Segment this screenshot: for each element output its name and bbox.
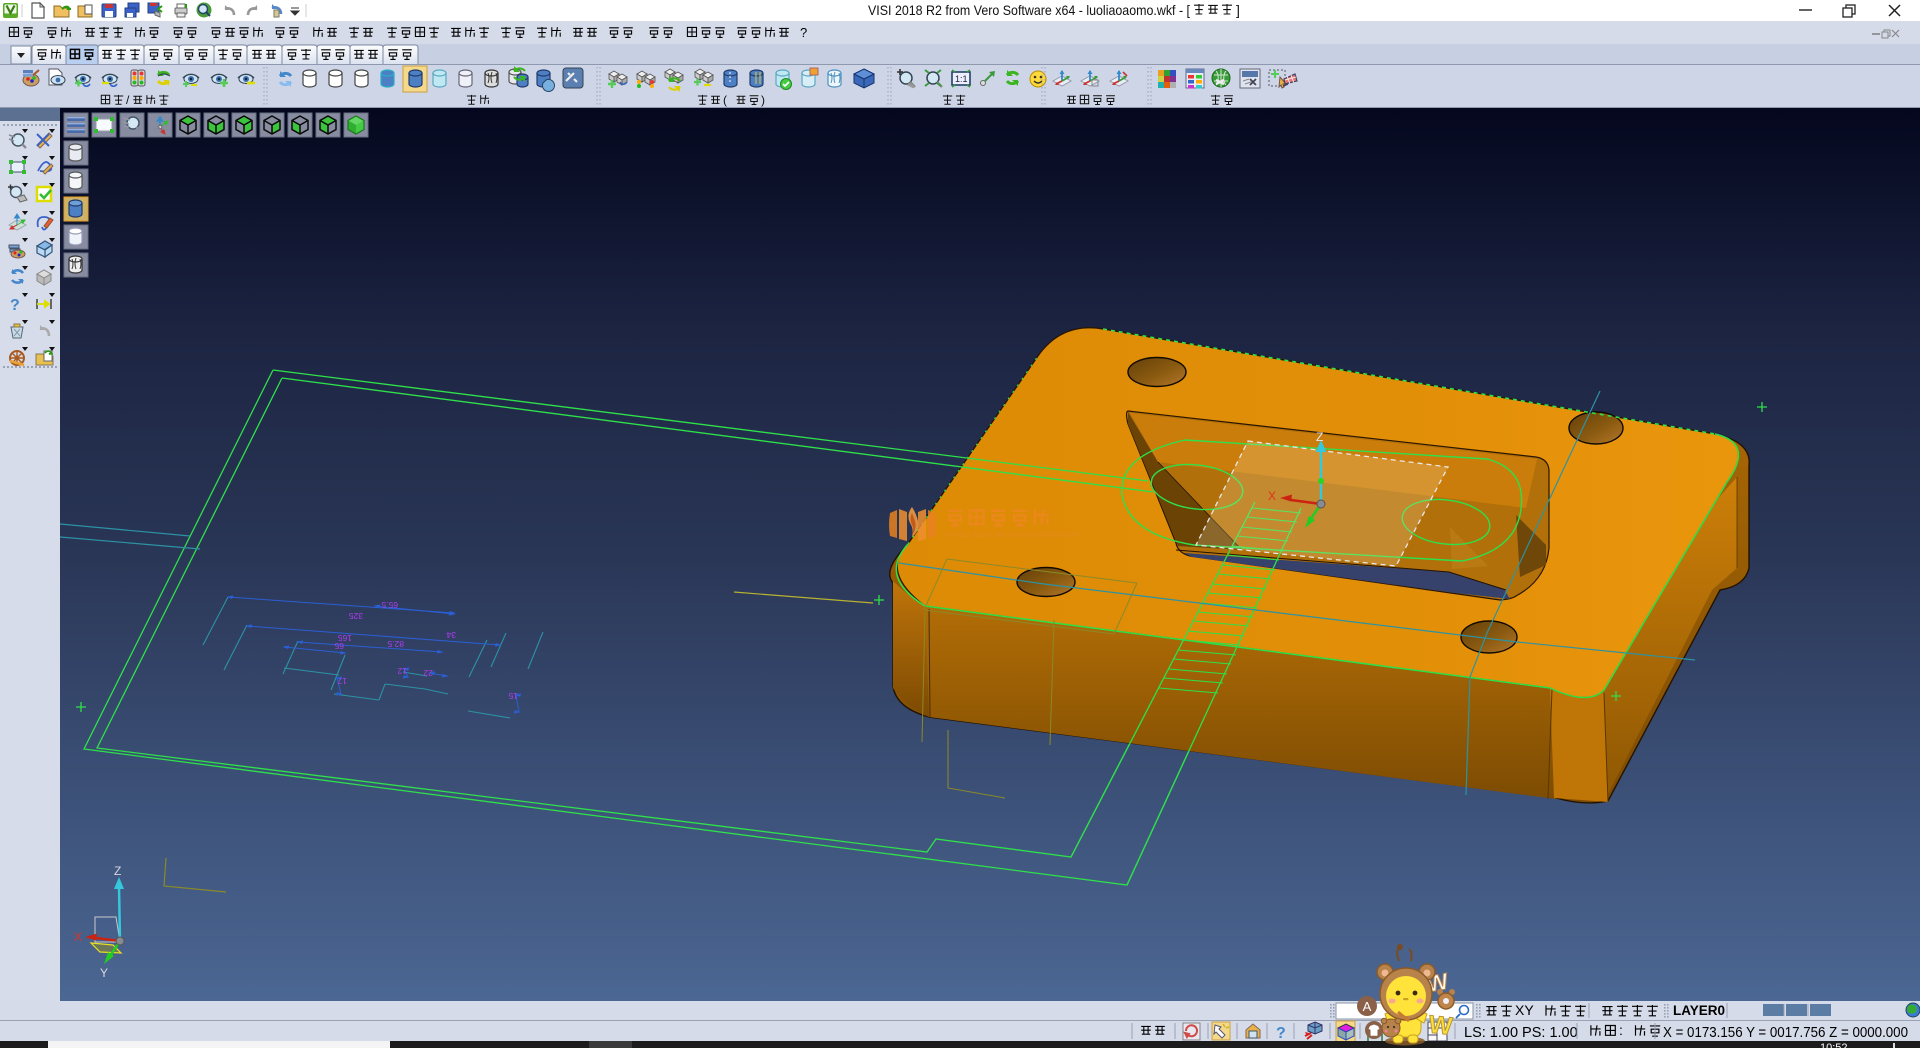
svg-text:65.5: 65.5 <box>381 600 398 610</box>
svg-text:10:52: 10:52 <box>1820 1042 1848 1048</box>
svg-text:]: ] <box>1236 2 1240 18</box>
svg-text::: : <box>1619 1022 1623 1038</box>
svg-text:?: ? <box>800 25 807 40</box>
svg-text:17: 17 <box>337 676 347 686</box>
svg-text:): ) <box>761 93 765 107</box>
svg-text:A: A <box>1363 999 1372 1014</box>
svg-text:X: X <box>74 930 82 944</box>
svg-text:12: 12 <box>397 666 407 676</box>
svg-text:Z: Z <box>114 864 121 878</box>
svg-text:?: ? <box>10 297 20 314</box>
svg-text:65: 65 <box>334 641 344 651</box>
svg-text:?: ? <box>1276 1025 1286 1042</box>
svg-text:22: 22 <box>423 668 433 678</box>
svg-text:VISI 2018 R2 from Vero Softwar: VISI 2018 R2 from Vero Software x64 - lu… <box>868 2 1190 18</box>
svg-text:LAYER0: LAYER0 <box>1673 1003 1725 1018</box>
svg-text:LS: 1.00 PS: 1.00: LS: 1.00 PS: 1.00 <box>1464 1025 1578 1041</box>
svg-text:XY: XY <box>1515 1002 1534 1018</box>
svg-text:15: 15 <box>508 691 518 701</box>
svg-text:Z: Z <box>1316 430 1323 444</box>
svg-text:Y: Y <box>100 966 108 980</box>
svg-text:82.5: 82.5 <box>387 639 404 649</box>
svg-text:INTELLIGENT MANUFACTURING DATA: INTELLIGENT MANUFACTURING DATA <box>947 533 1080 539</box>
svg-text:34: 34 <box>446 630 456 640</box>
svg-text:X: X <box>1268 489 1276 503</box>
svg-text:W: W <box>1427 1010 1454 1040</box>
svg-text:(: ( <box>723 93 727 107</box>
svg-text:1:1: 1:1 <box>955 74 968 84</box>
svg-text:X = 0173.156 Y = 0017.756 Z =: X = 0173.156 Y = 0017.756 Z = 0000.000 <box>1663 1025 1908 1041</box>
svg-text:325: 325 <box>349 611 363 621</box>
